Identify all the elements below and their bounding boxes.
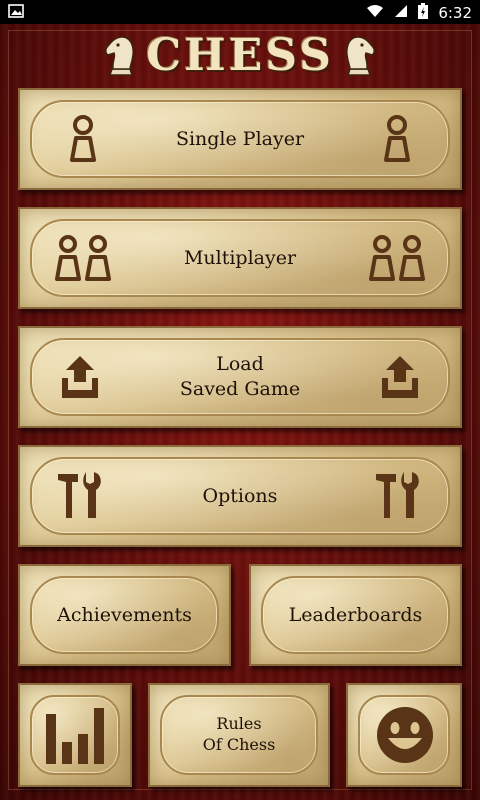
options-button[interactable]: Options — [18, 445, 462, 547]
notification-image-icon — [8, 4, 24, 22]
options-label: Options — [202, 484, 278, 507]
signal-icon — [394, 4, 408, 22]
rules-of-chess-button[interactable]: Rules Of Chess — [148, 683, 330, 787]
knight-icon — [345, 36, 375, 76]
load-saved-game-button[interactable]: Load Saved Game — [18, 326, 462, 428]
page-title: CHESS — [146, 29, 334, 81]
status-bar: 6:32 — [0, 0, 480, 24]
achievements-label: Achievements — [57, 603, 192, 626]
rules-of-chess-label: Rules Of Chess — [202, 714, 276, 754]
battery-icon — [418, 3, 429, 23]
leaderboards-button[interactable]: Leaderboards — [249, 564, 462, 666]
smiley-button[interactable] — [346, 683, 462, 787]
single-player-label: Single Player — [175, 127, 305, 150]
multiplayer-label: Multiplayer — [183, 246, 297, 269]
knight-icon — [105, 36, 135, 76]
load-saved-game-label: Load Saved Game — [179, 353, 301, 400]
bar-chart-icon — [44, 704, 106, 766]
stats-button[interactable] — [18, 683, 132, 787]
multiplayer-button[interactable]: Multiplayer — [18, 207, 462, 309]
smiley-icon — [374, 704, 436, 766]
single-player-button[interactable]: Single Player — [18, 88, 462, 190]
wifi-icon — [366, 4, 384, 22]
leaderboards-label: Leaderboards — [288, 603, 423, 626]
achievements-button[interactable]: Achievements — [18, 564, 231, 666]
app-title: CHESS — [0, 29, 480, 81]
clock: 6:32 — [438, 4, 472, 22]
